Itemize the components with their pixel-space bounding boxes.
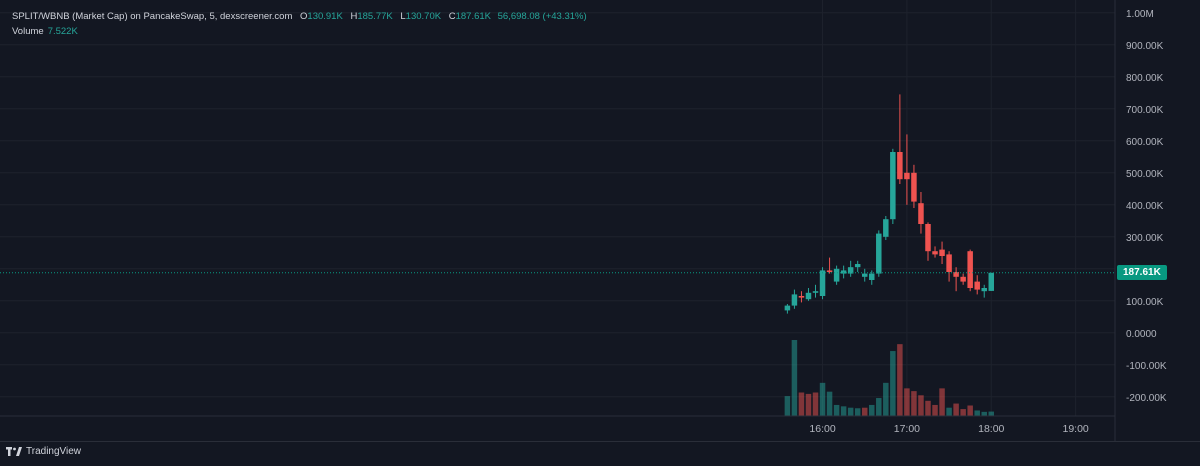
- candle-body: [869, 273, 875, 280]
- volume-bar: [791, 340, 798, 416]
- x-tick-label: 18:00: [978, 423, 1004, 435]
- volume-bar: [840, 406, 847, 416]
- volume-bar: [988, 411, 995, 416]
- candle-body: [798, 296, 805, 298]
- chart-background: [0, 0, 1200, 441]
- y-tick-label: 100.00K: [1126, 297, 1164, 308]
- candle-body: [826, 270, 833, 272]
- candle-body: [861, 273, 868, 277]
- y-tick-label: 800.00K: [1126, 73, 1164, 84]
- volume-bar: [925, 400, 931, 416]
- x-tick-label: 19:00: [1062, 423, 1088, 435]
- low-value: 130.70K: [405, 11, 442, 22]
- candle-body: [960, 276, 966, 282]
- volume-bar: [897, 344, 903, 416]
- volume-bar: [861, 407, 868, 416]
- candle-body: [819, 270, 826, 296]
- y-tick-label: 700.00K: [1126, 105, 1164, 116]
- volume-bar: [932, 404, 938, 416]
- tradingview-logo[interactable]: TradingView: [6, 446, 81, 457]
- footer-bar: [0, 441, 1200, 466]
- volume-bar: [967, 405, 973, 416]
- y-tick-label: 400.00K: [1126, 201, 1164, 212]
- change-value: 56,698.08 (+43.31%): [497, 11, 587, 22]
- volume-bar: [847, 407, 854, 416]
- y-tick-label: -100.00K: [1126, 361, 1167, 372]
- volume-bar: [911, 391, 917, 416]
- volume-bar: [819, 382, 826, 416]
- volume-value: 7.522K: [47, 26, 78, 37]
- open-value: 130.91K: [307, 11, 343, 22]
- candle-body: [890, 152, 896, 220]
- symbol-title: SPLIT/WBNB (Market Cap) on PancakeSwap, …: [12, 11, 293, 22]
- volume-bar: [981, 411, 987, 416]
- volume-bar: [833, 404, 840, 416]
- y-tick-label: 900.00K: [1126, 41, 1164, 52]
- volume-bar: [854, 408, 861, 416]
- candle-body: [925, 224, 931, 252]
- high-value: 185.77K: [357, 11, 393, 22]
- y-tick-label: 0.0000: [1126, 329, 1157, 340]
- x-tick-label: 17:00: [894, 423, 920, 435]
- y-tick-label: 500.00K: [1126, 169, 1164, 180]
- x-tick-label: 16:00: [809, 423, 835, 435]
- close-value: 187.61K: [455, 11, 491, 22]
- volume-bar: [939, 388, 945, 416]
- candle-body: [981, 288, 987, 292]
- volume-bar: [812, 392, 819, 416]
- volume-bar: [953, 403, 959, 416]
- tradingview-icon: [6, 446, 22, 456]
- volume-bar: [805, 393, 812, 416]
- candle-body: [967, 251, 973, 288]
- candle-body: [932, 251, 938, 255]
- candle-body: [854, 264, 861, 268]
- candle-body: [791, 294, 798, 306]
- volume-bar: [784, 396, 791, 416]
- y-tick-label: -200.00K: [1126, 393, 1167, 404]
- close-label: C: [448, 11, 456, 22]
- candle-body: [918, 203, 924, 224]
- candle-body: [939, 249, 945, 256]
- volume-bar: [883, 382, 889, 416]
- candle-body: [833, 268, 840, 282]
- candle-body: [974, 281, 980, 290]
- volume-bar: [798, 392, 805, 416]
- candle-body: [946, 254, 952, 272]
- volume-bar: [946, 407, 952, 416]
- price-chart[interactable]: 1.00M 900.00K 800.00K 700.00K 600.00K 500.00K…: [0, 0, 1200, 441]
- candle-body: [805, 292, 812, 300]
- volume-bar: [869, 404, 875, 416]
- y-tick-label: 300.00K: [1126, 233, 1164, 244]
- volume-legend: Volume 7.522K: [12, 26, 78, 37]
- candle-body: [988, 272, 995, 291]
- volume-bar: [904, 388, 910, 416]
- volume-label: Volume: [12, 26, 44, 37]
- candle-body: [904, 172, 910, 180]
- candle-body: [883, 219, 889, 237]
- volume-bar: [960, 409, 966, 416]
- volume-bar: [826, 391, 833, 416]
- volume-bar: [918, 395, 924, 416]
- volume-bar: [876, 398, 882, 416]
- y-tick-label: 600.00K: [1126, 137, 1164, 148]
- candle-body: [897, 152, 903, 180]
- candle-body: [911, 172, 917, 202]
- candle-body: [876, 233, 882, 274]
- last-price-badge: 187.61K: [1117, 264, 1167, 280]
- y-tick-label: 1.00M: [1126, 9, 1154, 20]
- chart-legend: SPLIT/WBNB (Market Cap) on PancakeSwap, …: [12, 11, 587, 22]
- candle-body: [784, 305, 791, 311]
- candle-body: [812, 291, 819, 293]
- volume-bar: [890, 351, 896, 416]
- volume-bar: [974, 410, 980, 416]
- brand-name: TradingView: [26, 446, 82, 457]
